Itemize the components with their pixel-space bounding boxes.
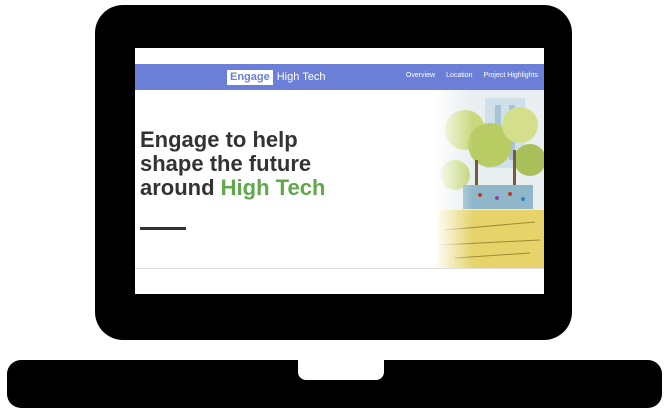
hero-section: Engage to help shape the future around H… [135, 90, 544, 268]
brand-text-label: High Tech [276, 70, 326, 83]
nav-link-location[interactable]: Location [446, 72, 472, 79]
top-navbar: Engage High Tech Overview Location Proje… [135, 64, 544, 90]
hero-sketch-illustration [435, 90, 544, 268]
title-accent-bar [140, 227, 186, 230]
hero-title-highlight: High Tech [220, 175, 326, 200]
hero-title: Engage to help shape the future around H… [140, 128, 370, 200]
brand-logo[interactable]: Engage High Tech [227, 69, 325, 85]
section-divider [135, 268, 544, 269]
laptop-base-notch [298, 360, 384, 380]
hero-title-line2: shape the future [140, 151, 312, 176]
nav-link-overview[interactable]: Overview [406, 72, 435, 79]
hero-title-line3-prefix: around [140, 175, 221, 200]
brand-box-label: Engage [227, 69, 273, 85]
nav-link-project-highlights[interactable]: Project Highlights [484, 72, 538, 79]
hero-title-line1: Engage to help [140, 127, 298, 152]
laptop-screen: Engage High Tech Overview Location Proje… [135, 48, 544, 294]
nav-links: Overview Location Project Highlights [406, 72, 538, 79]
